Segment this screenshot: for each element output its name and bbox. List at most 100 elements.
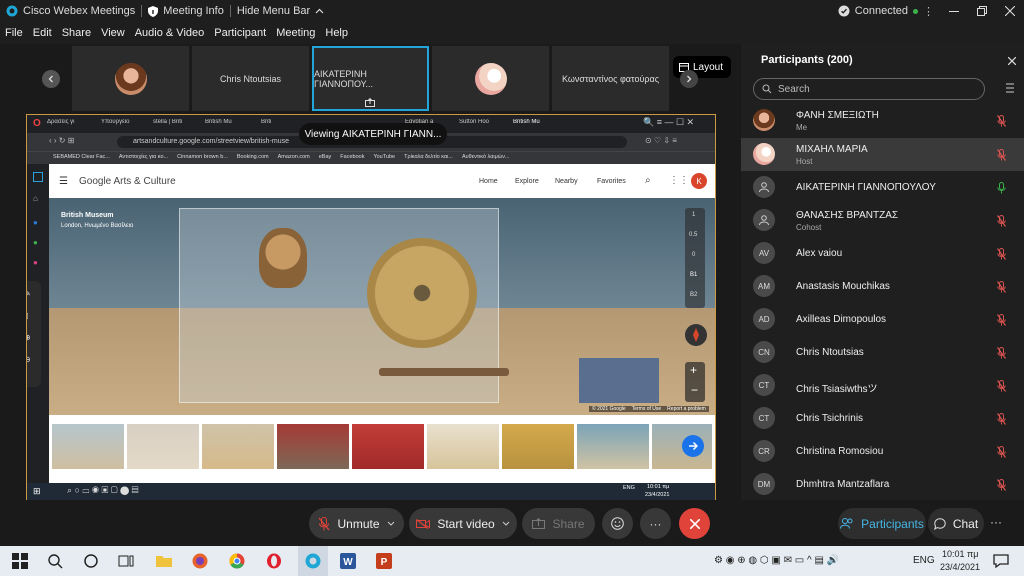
meeting-info-button[interactable]: Meeting Info [142,0,230,22]
mic-muted-icon[interactable] [997,149,1006,161]
browser-tab[interactable]: Sutton Hoo [459,119,509,125]
leave-meeting-button[interactable] [679,508,710,539]
chat-toggle[interactable]: Chat [928,508,984,539]
file-explorer-icon[interactable] [155,552,173,570]
participant-row[interactable]: DM Dhmhtra Mantzaflara [741,468,1024,501]
unmute-button[interactable]: Unmute [309,508,404,539]
chevron-down-icon[interactable] [387,521,395,526]
menu-view[interactable]: View [96,27,130,39]
zoom-in-button[interactable]: + [690,363,697,377]
level-1[interactable]: 1 [692,212,695,218]
zoom-out-button[interactable]: − [691,383,698,397]
mic-muted-icon[interactable] [997,115,1006,127]
menu-participant[interactable]: Participant [209,27,271,39]
word-icon[interactable]: W [339,552,357,570]
level-b1[interactable]: B1 [690,272,697,278]
compass-icon[interactable] [685,324,707,346]
site-nav-explore[interactable]: Explore [515,178,539,185]
bookmark[interactable]: YouTube [373,154,395,160]
participant-row[interactable]: ΜΙΧΑΗΛ ΜΑΡΙΑ Host [741,138,1024,171]
browser-tab[interactable]: British Mu [205,119,257,125]
terms-link[interactable]: Terms of Use [632,406,661,412]
zoom-out-icon[interactable]: ⊖ [27,355,31,364]
menu-share[interactable]: Share [57,27,96,39]
more-options-button[interactable]: ··· [640,508,671,539]
search-icon[interactable] [46,552,64,570]
bookmark[interactable]: SEBAMED Clear Fac... [53,154,110,160]
hamburger-icon[interactable]: ☰ [59,176,68,187]
participant-row[interactable]: CT Chris Tsiasiwthsツ [741,369,1024,402]
level-05[interactable]: 0.5 [689,232,697,238]
participant-row[interactable]: CR Christina Romosiou [741,435,1024,468]
site-brand[interactable]: Google Arts & Culture [79,176,176,187]
bookmark[interactable]: eBay [319,154,332,160]
browser-tab[interactable]: stella | Briti [153,119,201,125]
bookmark[interactable]: Αντιστοιχίες για κο... [119,154,168,160]
more-panels-button[interactable]: ··· [990,515,1002,529]
sort-icon[interactable] [1004,82,1016,94]
cortana-icon[interactable] [82,552,100,570]
browser-tab[interactable]: British Mu [513,119,563,125]
close-panel-icon[interactable] [1008,57,1016,65]
menu-audio-video[interactable]: Audio & Video [130,27,210,39]
notification-icon[interactable] [992,552,1010,570]
participant-row[interactable]: ΘΑΝΑΣΗΣ ΒΡΑΝΤΖΑΣ Cohost [741,204,1024,237]
start-icon[interactable]: ⊞ [33,486,41,497]
thumbnail[interactable] [352,424,424,469]
video-tile-4[interactable] [432,46,549,111]
close-window-button[interactable] [996,0,1024,22]
mic-muted-icon[interactable] [997,248,1006,260]
mic-muted-icon[interactable] [997,479,1006,491]
bookmark[interactable]: Facebook [340,154,364,160]
strip-next-button[interactable] [680,70,698,88]
browser-actions[interactable]: ⊙ ♡ ⇩ ≡ [645,136,677,145]
messenger-icon[interactable]: ● [33,218,38,227]
site-nav-home[interactable]: Home [479,178,498,185]
thumbnail[interactable] [577,424,649,469]
participant-search-input[interactable]: Search [753,78,985,100]
window-controls[interactable]: 🔍 ≡ — ☐ ✕ [643,117,694,128]
bookmark[interactable]: Booking.com [237,154,269,160]
windows-start-icon[interactable] [11,552,29,570]
bookmark[interactable]: Αυθεντικό λαιμών... [462,154,509,160]
account-avatar[interactable]: K [691,173,707,189]
mic-muted-icon[interactable] [997,446,1006,458]
browser-tab[interactable]: Υπουργείο [101,119,149,125]
powerpoint-icon[interactable]: P [375,552,393,570]
firefox-icon[interactable] [191,552,209,570]
street-view[interactable]: British Museum London, Ηνωμένο Βασίλειο … [49,198,715,415]
start-video-button[interactable]: Start video [409,508,517,539]
bookmark[interactable]: Amazon.com [278,154,310,160]
speed-dial-icon[interactable] [33,172,43,182]
site-nav-nearby[interactable]: Nearby [555,178,578,185]
zoom-in-icon[interactable]: ⊕ [27,333,31,342]
instagram-icon[interactable]: ● [33,258,38,267]
mic-muted-icon[interactable] [997,413,1006,425]
taskbar-apps[interactable]: ⌕ ○ ▭ ◉ ▣ ▢ ⬤ ▤ [67,485,139,496]
webex-taskbar-item[interactable] [298,546,328,576]
menu-edit[interactable]: Edit [28,27,57,39]
eraser-icon[interactable]: ▯ [27,311,28,320]
strip-prev-button[interactable] [42,70,60,88]
report-link[interactable]: Report a problem [667,406,706,412]
video-tile-1[interactable] [72,46,189,111]
menu-meeting[interactable]: Meeting [271,27,320,39]
participant-row[interactable]: CN Chris Ntoutsias [741,336,1024,369]
participant-row[interactable]: ΑΙΚΑΤΕΡΙΝΗ ΓΙΑΝΝΟΠΟΥΛΟΥ [741,171,1024,204]
mic-muted-icon[interactable] [997,215,1006,227]
search-icon[interactable]: ⌕ [645,175,651,186]
pen-icon[interactable]: ✎ [27,289,31,298]
chrome-icon[interactable] [228,552,246,570]
video-tile-5[interactable]: Κωνσταντίνος φατούρας [552,46,669,111]
tray-icons[interactable]: ⚙ ◉ ⊕ ◍ ⬡ ▣ ✉ ▭ ^ ▤ 🔊 [714,555,839,566]
participant-row[interactable]: ΦΑΝΗ ΣΜΕΞΙΩΤΗ Me [741,104,1024,137]
thumbnail[interactable] [52,424,124,469]
connection-status[interactable]: Connected ⋮ [832,0,940,22]
clock-time[interactable]: 10:01 πμ [942,549,978,559]
hide-menu-bar-button[interactable]: Hide Menu Bar [231,0,330,22]
minimize-button[interactable] [940,0,968,22]
level-b2[interactable]: B2 [690,292,697,298]
level-0[interactable]: 0 [692,252,695,258]
home-icon[interactable]: ⌂ [33,194,38,203]
keyboard-language[interactable]: ENG [913,555,935,566]
